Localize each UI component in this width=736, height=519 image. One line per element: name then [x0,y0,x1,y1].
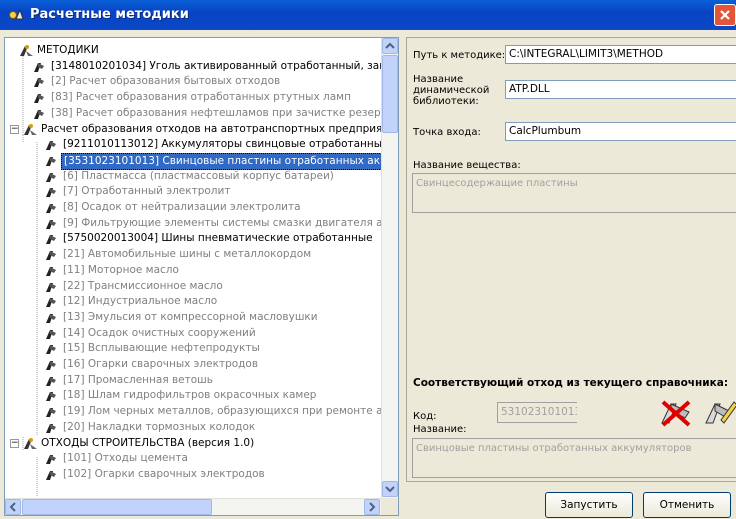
title-bar: Расчетные методики [0,0,736,30]
window-title: Расчетные методики [30,7,189,22]
tree-item-label: ОТХОДЫ СТРОИТЕЛЬСТВА (версия 1.0) [41,436,255,449]
close-button[interactable] [714,4,736,26]
path-label: Путь к методике: [413,50,506,61]
tree-item-label: [6] Пластмасса (пластмассовый корпус бат… [63,169,334,182]
tree-item-label: [15] Всплывающие нефтепродукты [63,342,260,355]
method-icon [33,76,45,88]
substance-field[interactable]: Свинцесодержащие пластины [412,173,736,213]
methods-tree[interactable]: МЕТОДИКИ [3148010201034] Уголь активирова… [4,37,399,516]
method-icon [45,343,57,355]
method-icon [33,61,45,73]
cancel-button[interactable]: Отменить [643,492,731,518]
tree-item-label: [101] Отходы цемента [63,452,188,465]
code-label: Код: [413,411,437,422]
method-icon [45,469,57,481]
method-icon [45,375,57,387]
folder-icon [23,123,38,136]
tree-item-label: [9211010113012] Аккумуляторы свинцовые о… [63,138,399,151]
method-icon [45,171,57,183]
path-field[interactable]: C:\INTEGRAL\LIMIT3\METHOD [505,45,736,64]
tree-item-label: Расчет образования отходов на автотрансп… [41,122,396,135]
scroll-corner [381,498,398,515]
scroll-up-button[interactable] [382,38,398,54]
tree-item-label: [83] Расчет образования отработанных рту… [51,91,351,104]
tree-item-label: [11] Моторное масло [63,263,179,276]
tree-item-label: [17] Промасленная ветошь [63,373,213,386]
scroll-left-button[interactable] [5,499,21,515]
tree-item-label: [38] Расчет образования нефтешламов при … [51,106,399,119]
method-icon [45,406,57,418]
close-icon [720,10,730,20]
details-panel: Путь к методике: C:\INTEGRAL\LIMIT3\METH… [406,37,736,482]
tree-item-label: [16] Огарки сварочных электродов [63,358,259,370]
app-icon [9,8,24,20]
method-icon [45,281,57,293]
chevron-right-icon [369,502,376,512]
method-icon [45,359,57,371]
tree-item-label: МЕТОДИКИ [37,44,99,56]
tree-item-label: [3531023101013] Свинцовые пластины отраб… [61,152,398,170]
scroll-thumb[interactable] [382,55,398,133]
tree-item-label: [18] Шлам гидрофильтров окрасочных камер [63,389,317,402]
tree-item-label: [102] Огарки сварочных электродов [63,467,265,480]
chevron-down-icon [385,486,395,493]
delete-icon [661,400,691,427]
method-icon [45,422,57,434]
hscroll-thumb[interactable] [22,499,212,515]
method-icon [45,249,57,261]
clear-waste-button[interactable] [659,398,693,428]
method-icon [45,453,57,465]
tree-item-label: [20] Накладки тормозных колодок [63,420,256,433]
edit-pen-icon [705,401,736,424]
scroll-down-button[interactable] [382,481,398,497]
tree-item-label: [2] Расчет образования бытовых отходов [51,75,281,88]
chevron-left-icon [9,502,16,512]
waste-name-field[interactable]: Свинцовые пластины отработанных аккумуля… [412,438,736,478]
tree-item-label: [7] Отработанный электролит [63,185,231,198]
tree-item-label: [5750020013004] Шины пневматические отра… [63,232,373,245]
entry-point-field[interactable]: CalcPlumbum [505,122,736,141]
select-waste-button[interactable] [703,398,736,428]
tree-item-label: [9] Фильтрующие элементы системы смазки … [63,216,395,229]
tree-item-label: [13] Эмульсия от компрессорной масловушк… [63,310,318,323]
tree-item-label: [3148010201034] Уголь активированный отр… [51,59,399,72]
method-icon [45,139,57,151]
tree-item-label: [21] Автомобильные шины с металлокордом [63,248,312,261]
method-icon [45,390,57,402]
collapse-toggle[interactable]: − [10,438,19,448]
scroll-right-button[interactable] [364,499,380,515]
method-icon [45,296,57,308]
tree-item-label: [22] Трансмиссионное масло [63,279,223,292]
collapse-toggle[interactable]: − [10,124,19,134]
dll-label: Название динамической библиотеки: [413,74,490,107]
method-icon [45,155,57,167]
method-icon [45,233,57,245]
tree-item-label: [14] Осадок очистных сооружений [63,326,256,339]
chevron-up-icon [385,42,395,49]
name-label: Название: [413,424,467,435]
method-icon [45,328,57,340]
dll-field[interactable]: ATP.DLL [505,80,736,99]
tree-item-label: [12] Индустриальное масло [63,295,218,308]
entry-label: Точка входа: [413,127,481,138]
method-icon [33,92,45,104]
method-icon [45,312,57,324]
tree-item-label: [19] Лом черных металлов, образующихся п… [63,405,395,418]
code-field[interactable]: 531023101013 [497,402,577,423]
method-icon [45,265,57,277]
tree-vertical-scrollbar[interactable] [381,38,398,498]
run-button[interactable]: Запустить [545,492,633,518]
tree-horizontal-scrollbar[interactable] [5,498,381,515]
waste-header: Соответствующий отход из текущего справо… [413,377,729,389]
substance-label: Название вещества: [413,160,521,171]
tree-item-label: [8] Осадок от нейтрализации электролита [63,201,301,213]
method-icon [45,202,57,214]
method-icon [33,108,45,120]
folder-icon [19,44,34,57]
method-icon [45,186,57,198]
method-icon [45,218,57,230]
folder-icon [23,437,38,450]
